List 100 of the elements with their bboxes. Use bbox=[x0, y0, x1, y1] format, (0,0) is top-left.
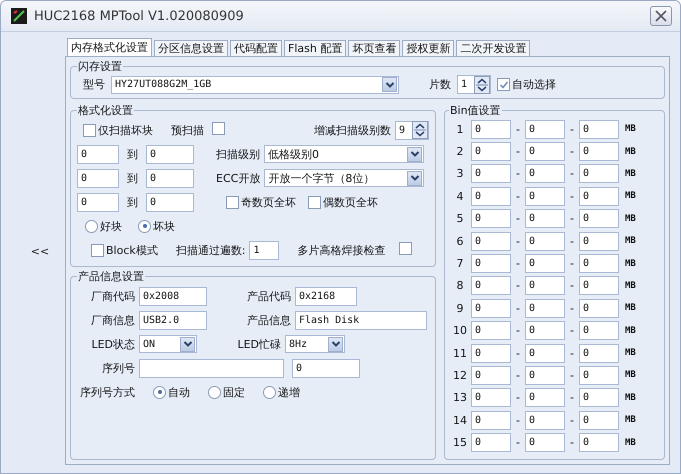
bin-value-field[interactable]: 0 bbox=[579, 298, 619, 318]
product-info-field[interactable]: Flash Disk bbox=[295, 310, 427, 330]
checkbox[interactable] bbox=[399, 242, 412, 255]
range-end-field[interactable]: 0 bbox=[146, 168, 194, 188]
bin-value-field[interactable]: 0 bbox=[525, 321, 565, 340]
tab[interactable]: 授权更新 bbox=[402, 40, 454, 56]
checkbox[interactable] bbox=[226, 196, 239, 208]
dash-label: - bbox=[569, 302, 575, 315]
bin-value-field[interactable]: 0 bbox=[579, 388, 619, 408]
checkbox[interactable] bbox=[212, 122, 225, 135]
tab[interactable]: 分区信息设置 bbox=[154, 40, 228, 56]
dropdown-caret-icon[interactable] bbox=[180, 336, 195, 352]
bin-value-field[interactable]: 0 bbox=[471, 433, 511, 452]
bin-value-field[interactable]: 0 bbox=[579, 321, 619, 340]
dropdown-caret-icon[interactable] bbox=[407, 170, 422, 186]
bin-value-field[interactable]: 0 bbox=[579, 186, 619, 206]
bin-value-field[interactable]: 0 bbox=[525, 344, 565, 363]
bin-value-field[interactable]: 0 bbox=[579, 410, 619, 430]
bin-value-field[interactable]: 0 bbox=[525, 276, 565, 296]
bin-value-field[interactable]: 0 bbox=[471, 298, 511, 318]
checkbox[interactable] bbox=[497, 78, 510, 91]
bin-value-field[interactable]: 0 bbox=[471, 209, 511, 228]
scan-level-dropdown[interactable]: 低格级别0 bbox=[264, 145, 424, 163]
range-end-field[interactable]: 0 bbox=[146, 192, 194, 212]
bin-value-field[interactable]: 0 bbox=[471, 321, 511, 340]
auto-select-label: 自动选择 bbox=[512, 77, 556, 92]
dropdown-caret-icon[interactable] bbox=[382, 77, 397, 92]
bin-value-field[interactable]: 0 bbox=[579, 209, 619, 228]
tab[interactable]: 内存格式化设置 bbox=[67, 38, 152, 56]
radio-button[interactable] bbox=[138, 220, 151, 232]
bin-value-field[interactable]: 0 bbox=[471, 186, 511, 206]
checkbox[interactable] bbox=[308, 196, 321, 208]
unit-label: MB bbox=[625, 303, 636, 314]
dash-label: - bbox=[569, 436, 575, 450]
bin-value-field[interactable]: 0 bbox=[525, 232, 565, 251]
bin-value-field[interactable]: 0 bbox=[525, 388, 565, 408]
bin-value-field[interactable]: 0 bbox=[471, 232, 511, 251]
bin-value-field[interactable]: 0 bbox=[579, 254, 619, 274]
led-state-dropdown[interactable]: ON bbox=[139, 335, 197, 353]
serial-start-field[interactable]: 0 bbox=[292, 358, 360, 378]
bin-value-field[interactable]: 0 bbox=[525, 366, 565, 385]
bin-value-field[interactable]: 0 bbox=[579, 276, 619, 296]
bin-value-field[interactable]: 0 bbox=[525, 120, 565, 139]
dash-label: - bbox=[515, 257, 521, 270]
scan-step-field[interactable]: 9 bbox=[395, 120, 429, 140]
bin-value-field[interactable]: 0 bbox=[471, 164, 511, 184]
dash-label: - bbox=[569, 234, 575, 248]
bin-value-field[interactable]: 0 bbox=[525, 410, 565, 430]
bin-value-field[interactable]: 0 bbox=[471, 120, 511, 139]
checkbox[interactable] bbox=[91, 244, 104, 256]
bin-value-field[interactable]: 0 bbox=[471, 344, 511, 363]
bin-value-field[interactable]: 0 bbox=[579, 344, 619, 363]
spinner-icon[interactable] bbox=[474, 76, 490, 94]
bin-value-field[interactable]: 0 bbox=[579, 232, 619, 251]
bin-value-field[interactable]: 0 bbox=[525, 164, 565, 184]
bin-value-field[interactable]: 0 bbox=[579, 120, 619, 139]
radio-button[interactable] bbox=[153, 386, 166, 398]
serial-number-field[interactable] bbox=[139, 358, 284, 378]
bin-value-field[interactable]: 0 bbox=[471, 276, 511, 296]
bin-value-field[interactable]: 0 bbox=[579, 142, 619, 162]
tab[interactable]: 二次开发设置 bbox=[456, 40, 530, 56]
tab[interactable]: 代码配置 bbox=[230, 40, 282, 56]
model-dropdown[interactable]: HY27UT088G2M_1GB bbox=[111, 76, 399, 94]
range-start-field[interactable]: 0 bbox=[77, 168, 119, 188]
product-code-field[interactable]: 0x2168 bbox=[295, 286, 357, 306]
bin-value-field[interactable]: 0 bbox=[471, 366, 511, 385]
vendor-info-field[interactable]: USB2.0 bbox=[139, 310, 207, 330]
radio-button[interactable] bbox=[85, 220, 98, 232]
bin-value-field[interactable]: 0 bbox=[525, 254, 565, 274]
bin-value-field[interactable]: 0 bbox=[579, 433, 619, 452]
range-start-field[interactable]: 0 bbox=[77, 192, 119, 212]
bin-value-field[interactable]: 0 bbox=[471, 142, 511, 162]
tab[interactable]: Flash 配置 bbox=[284, 40, 346, 56]
dropdown-caret-icon[interactable] bbox=[328, 336, 343, 352]
led-busy-dropdown[interactable]: 8Hz bbox=[285, 335, 345, 353]
bin-value-field[interactable]: 0 bbox=[579, 164, 619, 184]
range-end-field[interactable]: 0 bbox=[146, 144, 194, 164]
radio-button[interactable] bbox=[208, 386, 221, 398]
scan-passes-field[interactable]: 1 bbox=[249, 240, 280, 260]
tab[interactable]: 坏页查看 bbox=[348, 40, 400, 56]
close-icon[interactable] bbox=[654, 9, 668, 23]
radio-button[interactable] bbox=[263, 386, 276, 398]
bin-value-field[interactable]: 0 bbox=[579, 366, 619, 385]
bin-value-field[interactable]: 0 bbox=[525, 142, 565, 162]
ecc-dropdown[interactable]: 开放一个字节（8位） bbox=[264, 169, 424, 187]
close-button[interactable] bbox=[650, 6, 672, 26]
bin-value-field[interactable]: 0 bbox=[471, 254, 511, 274]
vendor-code-field[interactable]: 0x2008 bbox=[139, 286, 207, 306]
bin-value-field[interactable]: 0 bbox=[525, 186, 565, 206]
bin-value-field[interactable]: 0 bbox=[525, 433, 565, 452]
dropdown-caret-icon[interactable] bbox=[407, 146, 422, 162]
spinner-icon[interactable] bbox=[412, 121, 428, 139]
chip-count-field[interactable]: 1 bbox=[457, 75, 491, 94]
checkbox[interactable] bbox=[83, 124, 96, 136]
collapse-button[interactable]: << bbox=[28, 244, 52, 259]
bin-value-field[interactable]: 0 bbox=[471, 410, 511, 430]
bin-value-field[interactable]: 0 bbox=[525, 209, 565, 228]
bin-value-field[interactable]: 0 bbox=[525, 298, 565, 318]
range-start-field[interactable]: 0 bbox=[77, 144, 119, 164]
bin-value-field[interactable]: 0 bbox=[471, 388, 511, 408]
